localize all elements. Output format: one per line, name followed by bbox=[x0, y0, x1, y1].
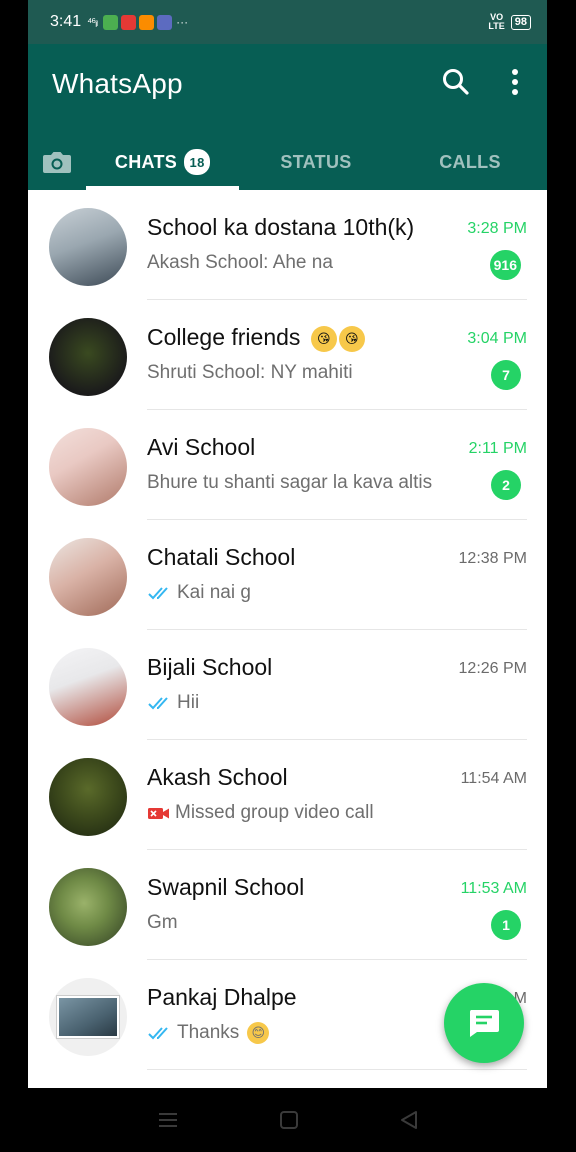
chat-time: 12:38 PM bbox=[458, 550, 527, 567]
app-notification-icon bbox=[157, 14, 173, 30]
new-chat-icon bbox=[469, 1010, 499, 1037]
chat-last-message: Kai nai g bbox=[147, 582, 251, 604]
chat-name: Avi School bbox=[147, 434, 256, 460]
search-icon[interactable] bbox=[440, 66, 472, 98]
chat-time: 12:26 PM bbox=[458, 660, 527, 677]
unread-count-badge: 916 bbox=[489, 250, 521, 280]
chat-time: 11:53 AM bbox=[460, 880, 527, 897]
chat-name: Bijali School bbox=[147, 654, 273, 680]
avatar[interactable] bbox=[49, 978, 127, 1056]
chat-name: Pankaj Dhalpe bbox=[147, 984, 297, 1010]
tab-status[interactable]: STATUS bbox=[239, 134, 393, 190]
chat-last-message: Shruti School: NY mahiti bbox=[147, 362, 353, 383]
tab-bar: CHATS 18 STATUS CALLS bbox=[28, 134, 547, 190]
chat-name: Chatali School bbox=[147, 544, 296, 570]
camera-icon[interactable] bbox=[28, 149, 86, 175]
tab-chats-label: CHATS bbox=[114, 151, 178, 172]
chat-name: Swapnil School bbox=[147, 874, 305, 900]
volte-icon: VO LTE bbox=[488, 12, 505, 31]
double-check-icon bbox=[148, 1027, 168, 1040]
chat-last-message: Missed group video call bbox=[147, 802, 374, 824]
message-notification-icon bbox=[103, 14, 119, 30]
chat-name: College friends 😘 😘 bbox=[147, 324, 365, 352]
app-notification-icon bbox=[121, 14, 137, 30]
chats-unread-badge: 18 bbox=[184, 149, 211, 175]
new-chat-button[interactable] bbox=[444, 983, 524, 1063]
avatar[interactable] bbox=[49, 538, 127, 616]
recents-icon[interactable] bbox=[157, 1111, 179, 1129]
double-check-icon bbox=[148, 697, 168, 710]
battery-icon: 98 bbox=[510, 14, 531, 30]
chat-time: 3:04 PM bbox=[467, 330, 527, 347]
avatar[interactable] bbox=[49, 318, 127, 396]
avatar[interactable] bbox=[49, 758, 127, 836]
smile-emoji-icon: 😊 bbox=[247, 1022, 270, 1044]
signal-icon: ⁴⁶ᵢₗ bbox=[87, 15, 98, 29]
chat-last-message: Akash School: Ahe na bbox=[147, 252, 333, 273]
chat-last-message: Thanks 😊 bbox=[147, 1022, 270, 1044]
tab-calls[interactable]: CALLS bbox=[393, 134, 547, 190]
app-title: WhatsApp bbox=[52, 68, 183, 99]
chat-row[interactable]: Chatali School 12:38 PM Kai nai g bbox=[28, 520, 547, 630]
tab-chats[interactable]: CHATS 18 bbox=[86, 134, 239, 190]
app-bar: WhatsApp CHATS 18 STATUS CALLS bbox=[28, 44, 547, 190]
avatar[interactable] bbox=[49, 648, 127, 726]
divider bbox=[147, 1069, 527, 1070]
tab-status-label: STATUS bbox=[280, 151, 352, 172]
chat-last-message: Gm bbox=[147, 912, 178, 933]
chat-time: 3:28 PM bbox=[467, 220, 527, 237]
chat-row[interactable]: School ka dostana 10th(k) 3:28 PM Akash … bbox=[28, 190, 547, 300]
tab-calls-label: CALLS bbox=[439, 151, 501, 172]
chat-name: School ka dostana 10th(k) bbox=[147, 214, 415, 240]
chat-row[interactable]: Avi School 2:11 PM Bhure tu shanti sagar… bbox=[28, 410, 547, 520]
kiss-emoji-icon: 😘 bbox=[310, 325, 337, 352]
system-nav-bar bbox=[0, 1088, 576, 1152]
chat-row[interactable]: Bijali School 12:26 PM Hii bbox=[28, 630, 547, 740]
status-time: 3:41 bbox=[50, 13, 82, 30]
home-icon[interactable] bbox=[279, 1110, 299, 1130]
chat-last-message: Bhure tu shanti sagar la kava altis bbox=[147, 472, 433, 493]
avatar[interactable] bbox=[49, 208, 127, 286]
chat-list[interactable]: School ka dostana 10th(k) 3:28 PM Akash … bbox=[28, 190, 547, 1088]
chat-row[interactable]: Akash School 11:54 AM Missed group video… bbox=[28, 740, 547, 850]
unread-count-badge: 2 bbox=[491, 470, 521, 500]
chat-name: Akash School bbox=[147, 764, 288, 790]
status-bar: 3:41 ⁴⁶ᵢₗ ··· VO LTE 98 bbox=[28, 0, 547, 44]
kiss-emoji-icon: 😘 bbox=[338, 325, 365, 352]
chat-time: 11:54 AM bbox=[460, 770, 527, 787]
chat-row[interactable]: College friends 😘 😘 3:04 PM Shruti School… bbox=[28, 300, 547, 410]
back-icon[interactable] bbox=[399, 1110, 419, 1130]
unread-count-badge: 1 bbox=[491, 910, 521, 940]
chat-last-message: Hii bbox=[147, 692, 199, 714]
notification-icons bbox=[103, 14, 173, 30]
app-notification-icon bbox=[139, 14, 155, 30]
avatar[interactable] bbox=[49, 868, 127, 946]
chat-row[interactable]: Swapnil School 11:53 AM Gm 1 bbox=[28, 850, 547, 960]
avatar-photo bbox=[57, 996, 119, 1038]
more-vert-icon[interactable] bbox=[503, 66, 527, 98]
missed-video-call-icon bbox=[148, 808, 169, 819]
chat-time: 2:11 PM bbox=[468, 440, 527, 457]
double-check-icon bbox=[148, 587, 168, 600]
unread-count-badge: 7 bbox=[491, 360, 521, 390]
more-notifications-icon: ··· bbox=[176, 15, 189, 29]
avatar[interactable] bbox=[49, 428, 127, 506]
